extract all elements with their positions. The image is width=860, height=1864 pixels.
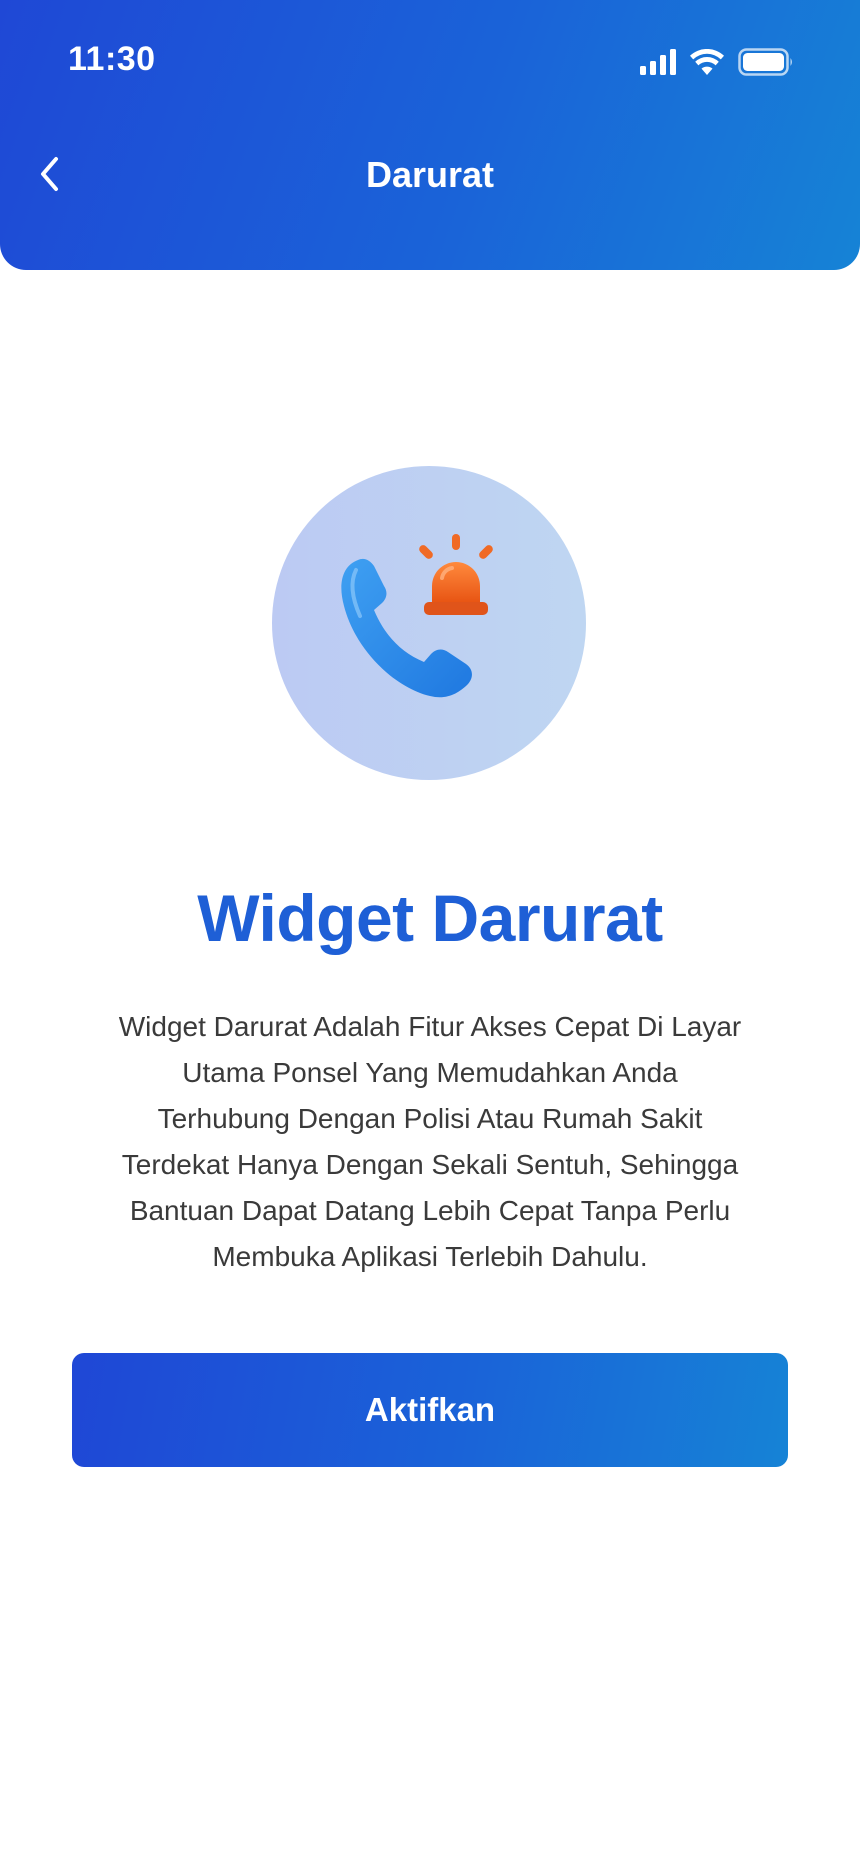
hero-illustration <box>272 466 586 780</box>
wifi-icon <box>690 48 724 80</box>
description-line: Widget Darurat Adalah Fitur Akses Cepat … <box>118 1011 742 1042</box>
headline: Widget Darurat <box>197 881 663 955</box>
description-line: Utama Ponsel Yang Memudahkan Anda <box>182 1057 678 1088</box>
status-icons <box>640 48 794 81</box>
battery-icon <box>738 48 794 81</box>
activate-button[interactable]: Aktifkan <box>72 1353 788 1467</box>
navigation-bar: Darurat <box>0 136 860 216</box>
app-header: 11:30 Darurat <box>0 0 860 270</box>
page-title: Darurat <box>365 154 495 195</box>
description-line: Terhubung Dengan Polisi Atau Rumah Sakit <box>157 1103 703 1134</box>
emergency-phone-siren-icon <box>341 534 493 698</box>
status-time: 11:30 <box>68 40 156 78</box>
description-line: Terdekat Hanya Dengan Sekali Sentuh, Seh… <box>121 1149 739 1180</box>
description-line: Bantuan Dapat Datang Lebih Cepat Tanpa P… <box>129 1195 731 1226</box>
signal-icon <box>640 49 676 80</box>
description: Widget Darurat Adalah Fitur Akses Cepat … <box>70 1004 790 1280</box>
status-bar: 11:30 <box>0 0 860 126</box>
description-line: Membuka Aplikasi Terlebih Dahulu. <box>212 1241 648 1272</box>
